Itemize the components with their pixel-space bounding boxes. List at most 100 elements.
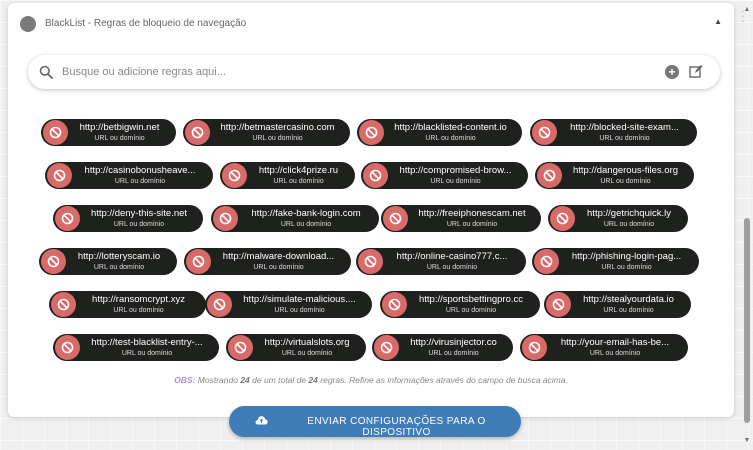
rule-type: URL ou domínio — [445, 306, 497, 314]
rule-chip[interactable]: http://test-blacklist-entry-... URL ou do… — [53, 334, 219, 361]
block-icon[interactable] — [383, 206, 408, 231]
rule-chip[interactable]: http://simulate-malicious.... URL ou domí… — [205, 291, 372, 318]
block-icon[interactable] — [359, 120, 384, 145]
panel-header[interactable]: BlackList - Regras de bloqueio de navega… — [8, 3, 734, 41]
rule-chip[interactable]: http://your-email-has-be... URL ou domíni… — [520, 334, 688, 361]
obs-suffix: regras. Refine as informações através do… — [320, 375, 568, 385]
rule-url: http://virtualslots.org — [264, 337, 350, 348]
rule-type: URL ou domínio — [113, 220, 165, 228]
scroll-down-icon[interactable]: ▼ — [743, 437, 751, 444]
rule-chip[interactable]: http://lotteryscam.io URL ou domínio — [39, 248, 177, 275]
rule-url: http://test-blacklist-entry-... — [91, 337, 203, 348]
rule-chip[interactable]: http://click4prize.ru URL ou domínio — [220, 162, 355, 189]
rule-type: URL ou domínio — [274, 306, 325, 314]
rule-chip[interactable]: http://dangerous-files.org URL ou domínio — [535, 162, 694, 189]
rule-chip[interactable]: http://betmastercasino.com URL ou domínio — [183, 119, 350, 146]
rule-type: URL ou domínio — [425, 134, 476, 142]
block-icon[interactable] — [550, 206, 575, 231]
search-input[interactable] — [62, 63, 652, 81]
rule-chip[interactable]: http://stealyourdata.io URL ou domínio — [544, 291, 691, 318]
obs-prefix: Mostrando — [197, 375, 238, 385]
rule-type: URL ou domínio — [603, 306, 654, 314]
rule-type: URL ou domínio — [94, 134, 145, 142]
edit-icon[interactable] — [689, 64, 703, 78]
rule-url: http://simulate-malicious.... — [243, 294, 356, 305]
block-icon[interactable] — [228, 335, 253, 360]
block-icon[interactable] — [546, 292, 571, 317]
rule-chip[interactable]: http://phishing-login-pag... URL ou domín… — [532, 248, 699, 275]
rule-chip[interactable]: http://ransomcrypt.xyz URL ou domínio — [49, 291, 206, 318]
rule-url: http://malware-download... — [222, 251, 335, 262]
block-icon[interactable] — [358, 249, 383, 274]
rule-chip[interactable]: http://malware-download... URL ou domínio — [184, 248, 351, 275]
scroll-thumb[interactable] — [744, 218, 750, 423]
rule-type: URL ou domínio — [253, 263, 304, 271]
rule-chip[interactable]: http://betbigwin.net URL ou domínio — [41, 119, 176, 146]
rule-chip[interactable]: http://freeiphonescam.net URL ou domínio — [381, 205, 541, 232]
rule-type: URL ou domínio — [428, 349, 479, 357]
block-icon[interactable] — [382, 292, 407, 317]
rule-type: URL ou domínio — [603, 220, 655, 228]
rule-chip[interactable]: http://compromised-brow... URL ou domínio — [361, 162, 528, 189]
rule-url: http://fake-bank-login.com — [251, 208, 361, 219]
block-icon[interactable] — [207, 292, 232, 317]
rule-url: http://blacklisted-content.io — [394, 122, 507, 133]
rule-url: http://virusinjector.co — [410, 337, 497, 348]
rule-chip[interactable]: http://blacklisted-content.io URL ou domí… — [357, 119, 522, 146]
rule-type: URL ou domínio — [600, 177, 651, 185]
block-icon[interactable] — [185, 120, 210, 145]
scroll-up-icon[interactable]: ▲ — [743, 6, 751, 13]
rule-url: http://getrichquick.ly — [587, 208, 671, 219]
rule-chip[interactable]: http://getrichquick.ly URL ou domínio — [548, 205, 688, 232]
rule-type: URL ou domínio — [446, 220, 498, 228]
rule-chip[interactable]: http://virtualslots.org URL ou domínio — [226, 334, 366, 361]
block-icon[interactable] — [43, 120, 68, 145]
block-icon[interactable] — [186, 249, 211, 274]
rule-chip[interactable]: http://casinobonusheave... URL ou domínio — [45, 162, 213, 189]
block-icon[interactable] — [222, 163, 247, 188]
blacklist-panel: BlackList - Regras de bloqueio de navega… — [8, 3, 734, 417]
rule-type: URL ou domínio — [114, 177, 166, 185]
rule-chip[interactable]: http://online-casino777.c... URL ou domín… — [356, 248, 526, 275]
rule-type: URL ou domínio — [273, 177, 324, 185]
rule-url: http://online-casino777.c... — [396, 251, 508, 262]
block-icon[interactable] — [213, 206, 238, 231]
rule-chip[interactable]: http://deny-this-site.net URL ou domínio — [53, 205, 203, 232]
block-icon[interactable] — [522, 335, 547, 360]
rule-url: http://blocked-site-exam... — [570, 122, 679, 133]
rule-chip[interactable]: http://blocked-site-exam... URL ou domíni… — [530, 119, 697, 146]
rule-type: URL ou domínio — [599, 134, 650, 142]
block-icon[interactable] — [51, 292, 76, 317]
block-icon[interactable] — [363, 163, 388, 188]
panel-title: BlackList - Regras de bloqueio de navega… — [45, 18, 247, 29]
rule-url: http://casinobonusheave... — [84, 165, 196, 176]
block-icon[interactable] — [374, 335, 399, 360]
rule-url: http://betmastercasino.com — [220, 122, 335, 133]
rule-url: http://click4prize.ru — [258, 165, 339, 176]
block-icon[interactable] — [537, 163, 562, 188]
block-icon[interactable] — [55, 335, 80, 360]
rule-chip[interactable]: http://fake-bank-login.com URL ou domínio — [211, 205, 379, 232]
rule-type: URL ou domínio — [426, 263, 478, 271]
rule-type: URL ou domínio — [430, 177, 481, 185]
block-icon[interactable] — [41, 249, 66, 274]
block-icon[interactable] — [47, 163, 72, 188]
rule-type: URL ou domínio — [601, 263, 652, 271]
block-icon[interactable] — [532, 120, 557, 145]
rule-url: http://freeiphonescam.net — [418, 208, 526, 219]
search-bar: + — [28, 55, 720, 89]
scrollbar[interactable]: ▲ ▼ — [743, 6, 751, 444]
block-icon[interactable] — [55, 206, 80, 231]
cloud-upload-icon — [255, 416, 268, 425]
rule-url: http://deny-this-site.net — [90, 208, 188, 219]
rule-url: http://lotteryscam.io — [77, 251, 161, 262]
send-config-label: ENVIAR CONFIGURAÇÕES PARA O DISPOSITIVO — [307, 416, 486, 438]
plus-circle-icon[interactable]: + — [665, 65, 679, 79]
send-config-button[interactable]: ENVIAR CONFIGURAÇÕES PARA O DISPOSITIVO — [229, 406, 521, 438]
caret-up-icon[interactable]: ▲ — [714, 17, 722, 26]
rule-chip[interactable]: http://virusinjector.co URL ou domínio — [372, 334, 513, 361]
block-icon[interactable] — [534, 249, 559, 274]
rule-url: http://stealyourdata.io — [583, 294, 674, 305]
rule-chip[interactable]: http://sportsbettingpro.cc URL ou domínio — [380, 291, 540, 318]
rule-type: URL ou domínio — [113, 306, 164, 314]
